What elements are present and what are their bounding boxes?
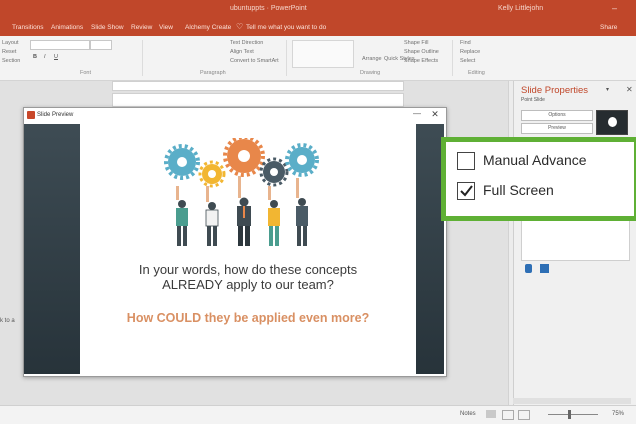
person-1-icon xyxy=(176,186,188,246)
zoomed-options-callout: Manual Advance Full Screen xyxy=(441,137,636,221)
checkmark-icon xyxy=(460,185,473,197)
horizontal-ruler xyxy=(112,81,404,91)
ribbon-tabs: Transitions Animations Slide Show Review… xyxy=(0,20,636,36)
person-3-icon xyxy=(237,176,251,246)
full-screen-checkbox[interactable] xyxy=(457,182,475,200)
tell-me-search[interactable]: Tell me what you want to do xyxy=(246,24,326,31)
shapes-gallery[interactable] xyxy=(292,40,354,68)
slide-sorter-icon[interactable] xyxy=(502,410,514,420)
person-2-icon xyxy=(205,186,219,246)
tab-alchemy-create[interactable]: Alchemy Create xyxy=(185,24,231,31)
full-screen-label: Full Screen xyxy=(483,182,554,198)
options-button[interactable]: Options xyxy=(521,110,593,121)
group-divider xyxy=(286,40,287,76)
text-direction-button[interactable]: Text Direction xyxy=(230,40,263,46)
tab-view[interactable]: View xyxy=(159,24,173,31)
ribbon: Layout Reset Section B I U Font Text Dir… xyxy=(0,36,636,81)
tab-review[interactable]: Review xyxy=(131,24,152,31)
window-title: ubuntuppts · PowerPoint xyxy=(230,5,307,12)
reset-button[interactable]: Reset xyxy=(2,49,16,55)
select-button[interactable]: Select xyxy=(460,58,475,64)
font-name-box[interactable] xyxy=(30,40,90,50)
align-text-button[interactable]: Align Text xyxy=(230,49,254,55)
gear-teal-right-icon xyxy=(285,143,319,177)
zoom-slider-thumb[interactable] xyxy=(568,410,571,419)
manual-advance-checkbox[interactable] xyxy=(457,152,475,170)
group-divider xyxy=(452,40,453,76)
group-divider xyxy=(142,40,143,76)
slide-dark-right-band xyxy=(416,124,444,374)
preview-button[interactable]: Preview xyxy=(521,123,593,134)
gear-slate-icon xyxy=(259,157,289,187)
arrange-button[interactable]: Arrange xyxy=(362,56,382,62)
gear-yellow-icon xyxy=(198,160,226,188)
reading-view-icon[interactable] xyxy=(518,410,530,420)
lightbulb-icon: ♡ xyxy=(236,22,244,31)
person-5-icon xyxy=(296,178,308,246)
tab-transitions[interactable]: Transitions xyxy=(12,24,44,31)
find-button[interactable]: Find xyxy=(460,40,471,46)
pane-close-icon[interactable]: ✕ xyxy=(626,85,633,94)
microphone-icon[interactable] xyxy=(525,264,532,273)
status-bar: Notes 75% xyxy=(0,405,636,424)
preview-window-title: Slide Preview xyxy=(37,112,74,118)
zoom-level[interactable]: 75% xyxy=(612,411,624,417)
editing-group-label: Editing xyxy=(468,70,485,76)
slide-question-line-2: ALREADY apply to our team? xyxy=(162,277,334,292)
replace-button[interactable]: Replace xyxy=(460,49,480,55)
slide-question-line-1: In your words, how do these concepts xyxy=(138,262,358,277)
gear-teal-left-icon xyxy=(164,144,200,180)
bold-button[interactable]: B xyxy=(33,54,37,60)
close-button[interactable]: ✕ xyxy=(430,109,440,119)
manual-advance-label: Manual Advance xyxy=(483,152,587,168)
gear-orange-icon xyxy=(223,138,265,177)
slide-question-text: In your words, how do these concepts ALR… xyxy=(80,262,416,292)
teamwork-gears-illustration xyxy=(164,138,319,246)
font-group-label: Font xyxy=(80,70,92,76)
minimize-icon[interactable]: – xyxy=(612,3,617,13)
slide-dark-left-band xyxy=(24,124,80,374)
convert-smartart-button[interactable]: Convert to SmartArt xyxy=(230,58,279,64)
speaker-icon[interactable] xyxy=(540,264,549,273)
tab-slide-show[interactable]: Slide Show xyxy=(91,24,124,31)
pane-options-dropdown-icon[interactable]: ▾ xyxy=(606,86,609,93)
pane-horizontal-scrollbar[interactable] xyxy=(513,398,631,404)
tab-animations[interactable]: Animations xyxy=(51,24,83,31)
font-size-box[interactable] xyxy=(90,40,112,50)
slide-thumbnail[interactable] xyxy=(596,110,628,135)
slide-canvas[interactable] xyxy=(112,93,404,107)
pane-list-box[interactable] xyxy=(521,215,630,261)
share-button[interactable]: Share xyxy=(600,24,617,31)
title-bar: ubuntuppts · PowerPoint Kelly Littlejohn… xyxy=(0,0,636,20)
shape-outline-button[interactable]: Shape Outline xyxy=(404,49,439,55)
pane-title: Slide Properties xyxy=(521,85,589,96)
section-button[interactable]: Section xyxy=(2,58,20,64)
normal-view-icon[interactable] xyxy=(486,410,496,418)
powerpoint-icon xyxy=(27,111,35,119)
pane-subtitle: Point Slide xyxy=(521,97,545,103)
drawing-group-label: Drawing xyxy=(360,70,381,76)
thumbnail-pane-text: k to a xyxy=(0,318,15,324)
slide-subquestion-text: How COULD they be applied even more? xyxy=(126,311,370,325)
minimize-button[interactable]: — xyxy=(412,109,422,119)
zoom-slider[interactable] xyxy=(548,414,598,415)
underline-button[interactable]: U xyxy=(54,54,58,60)
layout-button[interactable]: Layout xyxy=(2,40,19,46)
notes-button[interactable]: Notes xyxy=(460,411,476,417)
italic-button[interactable]: I xyxy=(44,54,46,60)
user-name[interactable]: Kelly Littlejohn xyxy=(498,5,543,12)
thumbnail-graphic xyxy=(608,117,617,127)
shape-effects-button[interactable]: Shape Effects xyxy=(404,58,438,64)
shape-fill-button[interactable]: Shape Fill xyxy=(404,40,428,46)
paragraph-group-label: Paragraph xyxy=(200,70,226,76)
person-4-icon xyxy=(268,186,280,246)
